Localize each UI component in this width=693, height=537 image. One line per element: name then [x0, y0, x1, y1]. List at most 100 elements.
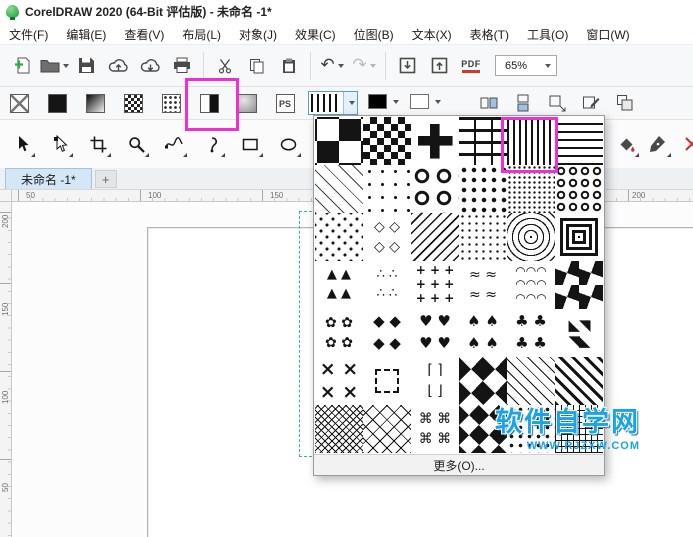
pattern-swatch-leaves[interactable]: ✿ ✿ ✿ ✿	[315, 309, 363, 357]
print-button[interactable]	[167, 49, 197, 83]
texture-fill-button[interactable]	[228, 87, 266, 120]
pattern-swatch-plus-large[interactable]	[411, 117, 459, 165]
pattern-swatch-plus-small[interactable]: + + + + + + + + +	[411, 261, 459, 309]
save-button[interactable]	[71, 49, 101, 83]
pattern-swatch-dots-dense[interactable]	[507, 165, 555, 213]
pattern-swatch-maze[interactable]: ⌘ ⌘ ⌘ ⌘	[411, 405, 459, 453]
zoom-tool[interactable]	[120, 128, 152, 160]
pattern-swatch-bricks[interactable]	[459, 117, 507, 165]
edit-pattern-button[interactable]	[580, 92, 602, 114]
pattern-swatch-bowtie[interactable]	[459, 357, 507, 405]
copy-button[interactable]	[242, 49, 272, 83]
open-dropdown-arrow-icon[interactable]	[62, 63, 69, 68]
menu-item-3[interactable]: 查看(V)	[115, 22, 173, 44]
menu-item-4[interactable]: 布局(L)	[173, 22, 230, 44]
pattern-swatch-pinwheel[interactable]	[555, 261, 603, 309]
pattern-swatch-squares-concentric[interactable]	[555, 213, 603, 261]
tile-horizontal-button[interactable]	[478, 92, 500, 114]
cut-button[interactable]	[210, 49, 240, 83]
back-color-select[interactable]	[410, 94, 441, 109]
pattern-swatch-dots-sparse[interactable]	[363, 165, 411, 213]
two-color-pattern-fill-button[interactable]	[190, 87, 228, 120]
menu-item-1[interactable]: 文件(F)	[0, 22, 57, 44]
pattern-swatch-diamond-grid[interactable]	[363, 405, 411, 453]
vertical-ruler[interactable]: 200 150 100 50	[0, 202, 12, 537]
paste-button[interactable]	[274, 49, 304, 83]
pattern-swatch-triangles[interactable]: ▲ ▲ ▲ ▲	[315, 261, 363, 309]
menu-item-7[interactable]: 位图(B)	[345, 22, 403, 44]
pattern-swatch-x-large[interactable]: × × × ×	[315, 357, 363, 405]
transform-fill-button[interactable]	[546, 92, 568, 114]
pattern-swatch-rings-small[interactable]	[555, 165, 603, 213]
vector-pattern-fill-button[interactable]	[114, 87, 152, 120]
crop-tool[interactable]	[82, 128, 114, 160]
pick-tool[interactable]	[6, 128, 38, 160]
pattern-swatch-grid-fine[interactable]	[555, 405, 603, 453]
open-button[interactable]	[39, 49, 69, 83]
get-from-cloud-button[interactable]	[135, 49, 165, 83]
pattern-swatch-diag-stripes[interactable]	[555, 357, 603, 405]
bitmap-pattern-fill-button[interactable]	[152, 87, 190, 120]
delete-button[interactable]	[676, 128, 693, 160]
pattern-swatch-brackets[interactable]: ⌈ ⌉ ⌊ ⌋	[411, 357, 459, 405]
pattern-swatch-shingles[interactable]: ◠◠◠ ◠◠◠ ◠◠◠	[507, 261, 555, 309]
pattern-swatch-vlines[interactable]	[507, 117, 555, 165]
postscript-fill-button[interactable]: PS	[266, 87, 304, 120]
edit-fill-button[interactable]	[610, 128, 642, 160]
pattern-swatch-rings[interactable]	[411, 165, 459, 213]
menu-item-2[interactable]: 编辑(E)	[57, 22, 115, 44]
document-tab-active[interactable]: 未命名 -1*	[5, 168, 92, 189]
pattern-swatch-tri-pinwheel[interactable]: ◣◥ ◥◣	[555, 309, 603, 357]
new-document-button[interactable]	[7, 49, 37, 83]
pattern-swatch-dots[interactable]	[459, 165, 507, 213]
export-button[interactable]	[424, 49, 454, 83]
pattern-swatch-net[interactable]	[315, 405, 363, 453]
pattern-swatch-diag-thin[interactable]	[507, 357, 555, 405]
pattern-swatch-checker-diag[interactable]	[459, 405, 507, 453]
redo-button[interactable]: ↷	[349, 49, 379, 83]
pattern-swatch-dots2[interactable]	[507, 405, 555, 453]
redo-dropdown-arrow-icon[interactable]	[369, 63, 376, 68]
menu-item-6[interactable]: 效果(C)	[286, 22, 345, 44]
no-fill-button[interactable]	[0, 87, 38, 120]
pattern-swatch-diag-dashes[interactable]	[315, 165, 363, 213]
pattern-swatch-zigzag[interactable]	[411, 213, 459, 261]
pattern-swatch-waves[interactable]: ≈ ≈ ≈ ≈	[459, 261, 507, 309]
new-tab-button[interactable]: +	[94, 170, 117, 188]
front-color-select[interactable]	[368, 94, 399, 109]
pattern-swatch-dots-diag[interactable]	[315, 213, 363, 261]
ellipse-tool[interactable]	[272, 128, 304, 160]
more-patterns-button[interactable]: 更多(O)...	[314, 454, 604, 475]
shape-tool[interactable]	[44, 128, 76, 160]
pattern-swatch-hearts[interactable]: ♥ ♥ ♥ ♥	[411, 309, 459, 357]
menu-item-9[interactable]: 表格(T)	[461, 22, 518, 44]
pattern-swatch-hlines[interactable]	[555, 117, 603, 165]
pattern-swatch-grid-dots[interactable]	[459, 213, 507, 261]
pattern-swatch-diamonds[interactable]: ◆ ◆ ◆ ◆	[363, 309, 411, 357]
pattern-picker-arrow[interactable]	[343, 92, 357, 114]
pattern-swatch-clubs[interactable]: ♣ ♣ ♣ ♣	[507, 309, 555, 357]
pattern-swatch-tunnel-dots[interactable]	[507, 213, 555, 261]
freehand-tool[interactable]	[158, 128, 190, 160]
import-button[interactable]	[392, 49, 422, 83]
rectangle-tool[interactable]	[234, 128, 266, 160]
undo-dropdown-arrow-icon[interactable]	[337, 63, 344, 68]
bezier-tool[interactable]	[196, 128, 228, 160]
pattern-picker-dropdown[interactable]	[308, 91, 358, 115]
pattern-swatch-spades[interactable]: ♠ ♠ ♠ ♠	[459, 309, 507, 357]
fountain-fill-button[interactable]	[76, 87, 114, 120]
uniform-fill-button[interactable]	[38, 87, 76, 120]
pattern-swatch-diamond-outline[interactable]: ◇ ◇ ◇ ◇	[363, 213, 411, 261]
copy-fill-properties-button[interactable]	[614, 92, 636, 114]
outline-pen-button[interactable]	[642, 128, 674, 160]
pattern-swatch-dashed-square[interactable]	[363, 357, 411, 405]
pattern-swatch-therefore-dots[interactable]: ∴ ∴ ∴ ∴	[363, 261, 411, 309]
menu-item-5[interactable]: 对象(J)	[230, 22, 286, 44]
zoom-level-select[interactable]: 65%	[495, 55, 557, 76]
menu-item-10[interactable]: 工具(O)	[518, 22, 577, 44]
menu-item-11[interactable]: 窗口(W)	[577, 22, 638, 44]
menu-item-8[interactable]: 文本(X)	[403, 22, 461, 44]
tile-vertical-button[interactable]	[512, 92, 534, 114]
publish-to-pdf-button[interactable]: PDF	[456, 49, 486, 83]
pattern-swatch-checker-quad[interactable]	[315, 117, 363, 165]
